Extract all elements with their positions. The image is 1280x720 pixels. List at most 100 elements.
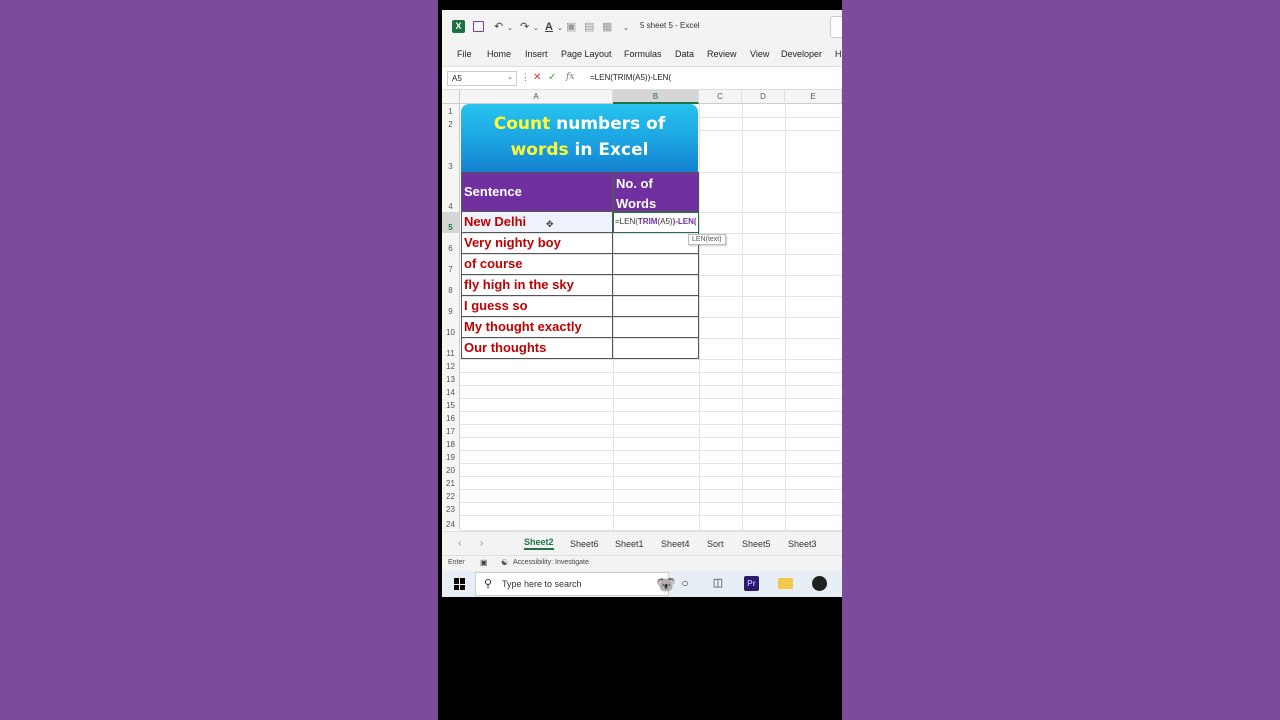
undo-dropdown-icon[interactable]: ⌄ xyxy=(507,22,513,36)
formula-input[interactable]: =LEN(TRIM(A5))-LEN( xyxy=(590,73,671,82)
cell-a6[interactable]: Very nighty boy xyxy=(461,233,613,254)
cancel-icon[interactable]: ✕ xyxy=(533,72,541,83)
column-header-d[interactable]: D xyxy=(742,90,785,104)
tab-page-layout[interactable]: Page Layout xyxy=(561,49,612,59)
prev-sheet-icon[interactable]: ‹ xyxy=(458,538,461,549)
customize-toolbar-icon[interactable]: ⌄ xyxy=(623,22,629,36)
row-header-15[interactable]: 15 xyxy=(442,398,460,411)
column-header-a[interactable]: A xyxy=(460,90,613,104)
sheet-tab-sheet2[interactable]: Sheet2 xyxy=(524,537,554,550)
enter-icon[interactable]: ✓ xyxy=(548,72,556,83)
sheet-tab-sheet4[interactable]: Sheet4 xyxy=(661,539,690,549)
window-title: 5 sheet 5 - Excel xyxy=(640,21,700,30)
cell-a7[interactable]: of course xyxy=(461,254,613,275)
window-control-button[interactable] xyxy=(830,16,842,38)
row-header-9[interactable]: 9 xyxy=(442,296,460,317)
cell-a9[interactable]: I guess so xyxy=(461,296,613,317)
next-sheet-icon[interactable]: › xyxy=(480,538,483,549)
sheet-tab-sheet5[interactable]: Sheet5 xyxy=(742,539,771,549)
tab-home[interactable]: Home xyxy=(487,49,511,59)
row-header-5[interactable]: 5 xyxy=(442,212,460,233)
tab-review[interactable]: Review xyxy=(707,49,737,59)
name-box[interactable]: A5 ⌄ xyxy=(447,71,517,86)
redo-dropdown-icon[interactable]: ⌄ xyxy=(533,22,539,36)
row-header-13[interactable]: 13 xyxy=(442,372,460,385)
picture-icon[interactable]: ▣ xyxy=(566,20,576,34)
row-header-2[interactable]: 2 xyxy=(442,117,460,130)
tab-file[interactable]: File xyxy=(457,49,472,59)
sheet-tab-sheet3[interactable]: Sheet3 xyxy=(788,539,817,549)
tab-help[interactable]: H xyxy=(835,49,842,59)
task-view-icon[interactable]: ◫ xyxy=(710,576,726,589)
print-preview-icon[interactable]: ▤ xyxy=(584,20,594,34)
obs-icon[interactable] xyxy=(812,576,827,591)
row-header-23[interactable]: 23 xyxy=(442,502,460,515)
macro-record-icon[interactable]: ▣ xyxy=(480,558,488,567)
row-header-7[interactable]: 7 xyxy=(442,254,460,275)
cell-b11[interactable] xyxy=(613,338,699,359)
tab-view[interactable]: View xyxy=(750,49,769,59)
row-header-16[interactable]: 16 xyxy=(442,411,460,424)
sheet-tab-sheet1[interactable]: Sheet1 xyxy=(615,539,644,549)
column-header-e[interactable]: E xyxy=(785,90,842,104)
row-header-24[interactable]: 24 xyxy=(442,515,460,530)
row-header-1[interactable]: 1 xyxy=(442,104,460,117)
cell-a5[interactable]: New Delhi xyxy=(461,212,613,233)
redo-icon[interactable]: ↷ xyxy=(520,20,529,34)
row-header-14[interactable]: 14 xyxy=(442,385,460,398)
cell-b10[interactable] xyxy=(613,317,699,338)
windows-start-icon[interactable] xyxy=(454,578,466,590)
cell-b5-editing[interactable]: =LEN(TRIM(A5))-LEN( xyxy=(613,212,699,233)
row-header-8[interactable]: 8 xyxy=(442,275,460,296)
row-header-20[interactable]: 20 xyxy=(442,463,460,476)
cell-a10[interactable]: My thought exactly xyxy=(461,317,613,338)
status-mode: Enter xyxy=(448,559,465,566)
sheet-tab-sheet6[interactable]: Sheet6 xyxy=(570,539,599,549)
cell-a8[interactable]: fly high in the sky xyxy=(461,275,613,296)
row-header-11[interactable]: 11 xyxy=(442,338,460,359)
cell-b7[interactable] xyxy=(613,254,699,275)
header-sentence[interactable]: Sentence xyxy=(461,172,613,212)
insert-function-icon[interactable]: fx xyxy=(566,72,574,82)
row-header-22[interactable]: 22 xyxy=(442,489,460,502)
file-explorer-icon[interactable] xyxy=(778,578,793,589)
cortana-icon[interactable]: ○ xyxy=(677,576,693,590)
row-header-10[interactable]: 10 xyxy=(442,317,460,338)
select-all-corner[interactable] xyxy=(442,90,460,104)
tab-developer[interactable]: Developer xyxy=(781,49,822,59)
tab-insert[interactable]: Insert xyxy=(525,49,548,59)
row-header-18[interactable]: 18 xyxy=(442,437,460,450)
cell-b8[interactable] xyxy=(613,275,699,296)
accessibility-status[interactable]: Accessibility: Investigate xyxy=(513,559,589,566)
more-options-icon[interactable]: ⋮ xyxy=(521,72,530,83)
font-color-icon[interactable]: A xyxy=(545,20,553,34)
sheet-tab-sort[interactable]: Sort xyxy=(707,539,724,549)
column-header-b[interactable]: B xyxy=(613,90,699,104)
cell-a11[interactable]: Our thoughts xyxy=(461,338,613,359)
cell-b6[interactable] xyxy=(613,233,699,254)
row-header-19[interactable]: 19 xyxy=(442,450,460,463)
row-header-12[interactable]: 12 xyxy=(442,359,460,372)
tab-formulas[interactable]: Formulas xyxy=(624,49,662,59)
row-header-4[interactable]: 4 xyxy=(442,172,460,212)
formula-suffix: )-LEN( xyxy=(672,217,697,226)
row-header-21[interactable]: 21 xyxy=(442,476,460,489)
row-header-17[interactable]: 17 xyxy=(442,424,460,437)
grid-line xyxy=(460,515,842,516)
tab-data[interactable]: Data xyxy=(675,49,694,59)
name-box-dropdown-icon[interactable]: ⌄ xyxy=(507,73,513,81)
row-header-6[interactable]: 6 xyxy=(442,233,460,254)
save-icon[interactable] xyxy=(473,21,484,32)
font-color-dropdown-icon[interactable]: ⌄ xyxy=(557,22,563,36)
banner-highlight-words: words xyxy=(510,140,569,160)
accessibility-icon[interactable]: ☯ xyxy=(501,558,508,567)
header-word-count[interactable]: No. of Words xyxy=(613,172,699,212)
column-header-c[interactable]: C xyxy=(699,90,742,104)
cell-b9[interactable] xyxy=(613,296,699,317)
form-icon[interactable]: ▦ xyxy=(602,20,612,34)
undo-icon[interactable]: ↶ xyxy=(494,20,503,34)
premiere-pro-icon[interactable]: Pr xyxy=(744,576,759,591)
taskbar-search[interactable]: ⚲ Type here to search 🐨 xyxy=(475,572,676,596)
row-header-3[interactable]: 3 xyxy=(442,130,460,172)
name-box-value: A5 xyxy=(452,74,462,83)
